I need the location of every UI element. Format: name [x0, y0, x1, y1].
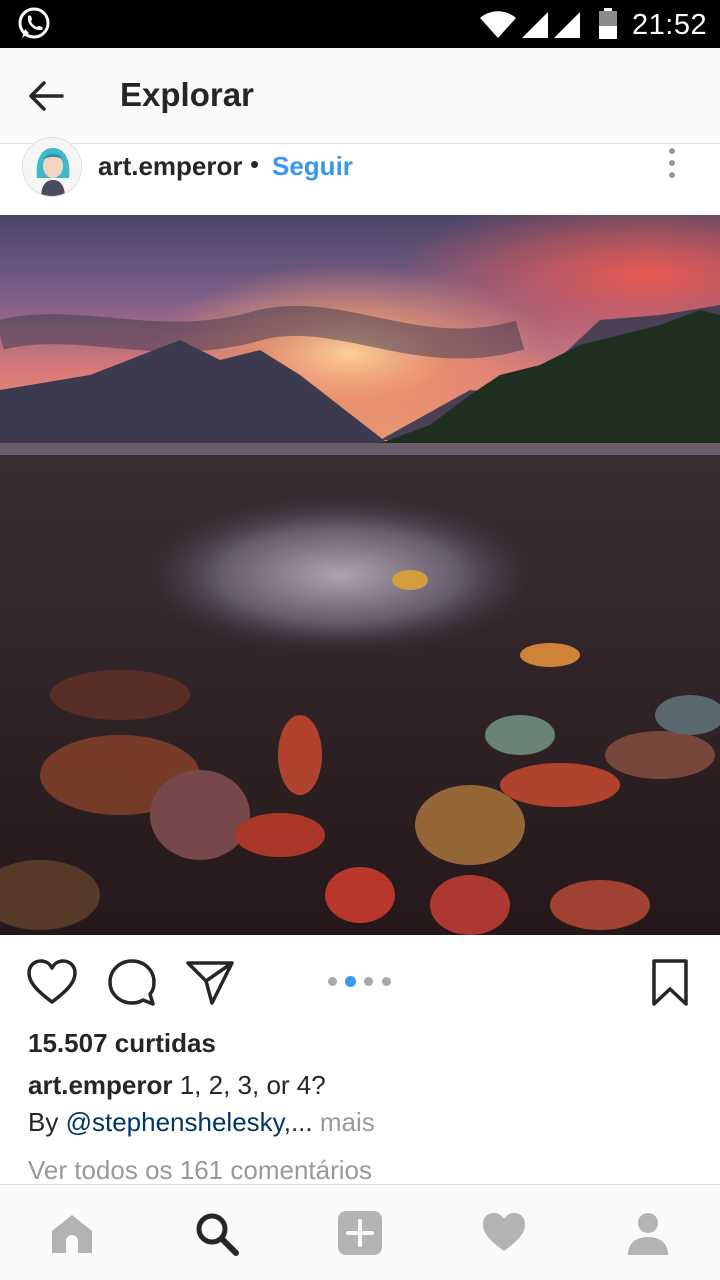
bottom-nav [0, 1184, 720, 1280]
follow-button[interactable]: Seguir [272, 151, 353, 182]
whatsapp-icon [18, 7, 50, 39]
app-bar: Explorar [0, 48, 720, 144]
heart-icon[interactable] [26, 957, 78, 1009]
carousel-dot [382, 977, 391, 986]
status-bar: 21:52 [0, 0, 720, 48]
caption-username[interactable]: art.emperor [28, 1070, 173, 1100]
caption-by: By [28, 1107, 66, 1137]
bookmark-icon[interactable] [644, 957, 696, 1009]
clock: 21:52 [632, 9, 708, 41]
carousel-dot [364, 977, 373, 986]
post-username[interactable]: art.emperor [98, 151, 243, 182]
likes-count[interactable]: 15.507 curtidas [28, 1028, 216, 1059]
carousel-indicator [326, 975, 406, 989]
heart-icon[interactable] [480, 1209, 528, 1257]
post-header: art.emperor • Seguir [0, 137, 720, 215]
avatar[interactable] [22, 137, 82, 197]
caption-ellipsis: ,... [283, 1107, 313, 1137]
caption: art.emperor 1, 2, 3, or 4? [28, 1070, 326, 1101]
more-link[interactable]: mais [313, 1107, 375, 1137]
post-actions [0, 935, 720, 1025]
battery-icon [599, 8, 617, 39]
caption-credit: By @stephenshelesky,... mais [28, 1107, 375, 1138]
carousel-dot-active [345, 976, 356, 987]
carousel-dot [328, 977, 337, 986]
post-photo[interactable] [0, 215, 720, 935]
home-icon[interactable] [48, 1209, 96, 1257]
caption-text: 1, 2, 3, or 4? [172, 1070, 326, 1100]
page-title: Explorar [120, 76, 254, 113]
profile-icon[interactable] [624, 1209, 672, 1257]
vertical-dots-icon[interactable] [660, 145, 684, 185]
caption-mention[interactable]: @stephenshelesky [66, 1107, 284, 1137]
separator-dot: • [250, 149, 260, 179]
search-icon[interactable] [192, 1209, 240, 1257]
view-comments-link[interactable]: Ver todos os 161 comentários [28, 1155, 372, 1186]
wifi-icon [480, 11, 516, 38]
share-icon[interactable] [184, 957, 236, 1009]
comment-icon[interactable] [106, 957, 158, 1009]
add-icon[interactable] [336, 1209, 384, 1257]
signal-icon [522, 12, 548, 38]
signal-icon [554, 12, 580, 38]
arrow-left-icon[interactable] [26, 76, 66, 116]
